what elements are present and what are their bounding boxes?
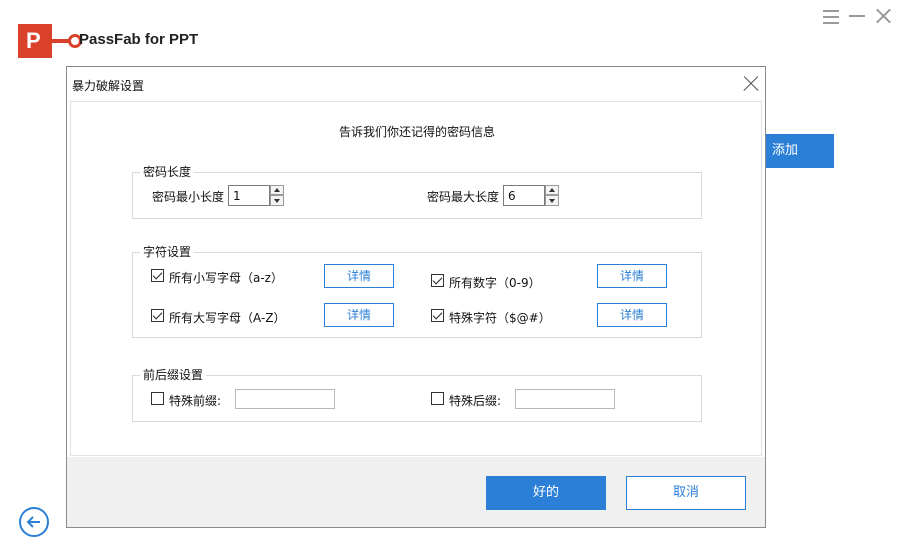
dialog-close-icon[interactable] bbox=[743, 76, 759, 92]
app-title: PassFab for PPT bbox=[79, 31, 199, 48]
lowercase-detail-button[interactable]: 详情 bbox=[324, 264, 394, 288]
uppercase-checkbox[interactable] bbox=[151, 309, 164, 322]
max-length-spinner bbox=[503, 185, 561, 206]
add-button[interactable]: 添加 bbox=[766, 134, 834, 168]
password-length-legend: 密码长度 bbox=[140, 165, 195, 179]
special-checkbox[interactable] bbox=[431, 309, 444, 322]
lowercase-checkbox[interactable] bbox=[151, 269, 164, 282]
prefix-label: 特殊前缀: bbox=[169, 394, 222, 408]
digits-checkbox[interactable] bbox=[431, 274, 444, 287]
affix-group: 前后缀设置 特殊前缀: 特殊后缀: bbox=[132, 368, 702, 422]
suffix-label: 特殊后缀: bbox=[449, 394, 502, 408]
max-length-down-icon[interactable] bbox=[545, 195, 559, 206]
ok-button[interactable]: 好的 bbox=[486, 476, 606, 510]
min-length-input[interactable] bbox=[228, 185, 270, 206]
back-button[interactable] bbox=[19, 507, 49, 537]
logo-letter: P bbox=[26, 28, 41, 53]
min-length-label: 密码最小长度 bbox=[152, 190, 225, 204]
prefix-checkbox[interactable] bbox=[151, 392, 164, 405]
charset-legend: 字符设置 bbox=[140, 245, 195, 259]
dialog-titlebar: 暴力破解设置 bbox=[67, 67, 765, 101]
uppercase-detail-button[interactable]: 详情 bbox=[324, 303, 394, 327]
suffix-checkbox[interactable] bbox=[431, 392, 444, 405]
minimize-icon[interactable] bbox=[848, 7, 866, 25]
app-logo: P bbox=[18, 24, 82, 58]
menu-icon[interactable] bbox=[822, 7, 840, 25]
min-length-spinner bbox=[228, 185, 286, 206]
special-detail-button[interactable]: 详情 bbox=[597, 303, 667, 327]
lowercase-label: 所有小写字母（a-z） bbox=[169, 271, 283, 285]
arrow-left-icon bbox=[26, 516, 40, 528]
close-icon[interactable] bbox=[874, 7, 892, 25]
min-length-down-icon[interactable] bbox=[270, 195, 284, 206]
dialog-heading: 告诉我们你还记得的密码信息 bbox=[338, 125, 495, 139]
max-length-up-icon[interactable] bbox=[545, 185, 559, 195]
max-length-label: 密码最大长度 bbox=[427, 190, 500, 204]
uppercase-label: 所有大写字母（A-Z） bbox=[169, 311, 286, 325]
brute-force-settings-dialog: 暴力破解设置 告诉我们你还记得的密码信息 密码长度 密码最小长度 密码最大长度 bbox=[66, 66, 766, 528]
digits-detail-button[interactable]: 详情 bbox=[597, 264, 667, 288]
max-length-input[interactable] bbox=[503, 185, 545, 206]
affix-legend: 前后缀设置 bbox=[140, 368, 207, 382]
digits-label: 所有数字（0-9） bbox=[449, 276, 541, 290]
dialog-footer: 好的 取消 bbox=[67, 457, 765, 527]
password-length-group: 密码长度 密码最小长度 密码最大长度 bbox=[132, 165, 702, 219]
cancel-button[interactable]: 取消 bbox=[626, 476, 746, 510]
charset-group: 字符设置 所有小写字母（a-z） 详情 所有数字（0-9） 详情 所有大写字母（… bbox=[132, 245, 702, 338]
dialog-title: 暴力破解设置 bbox=[72, 79, 145, 93]
prefix-input[interactable] bbox=[235, 389, 335, 409]
special-label: 特殊字符（$@#） bbox=[449, 311, 551, 325]
dialog-body: 告诉我们你还记得的密码信息 密码长度 密码最小长度 密码最大长度 bbox=[70, 101, 762, 456]
min-length-up-icon[interactable] bbox=[270, 185, 284, 195]
suffix-input[interactable] bbox=[515, 389, 615, 409]
